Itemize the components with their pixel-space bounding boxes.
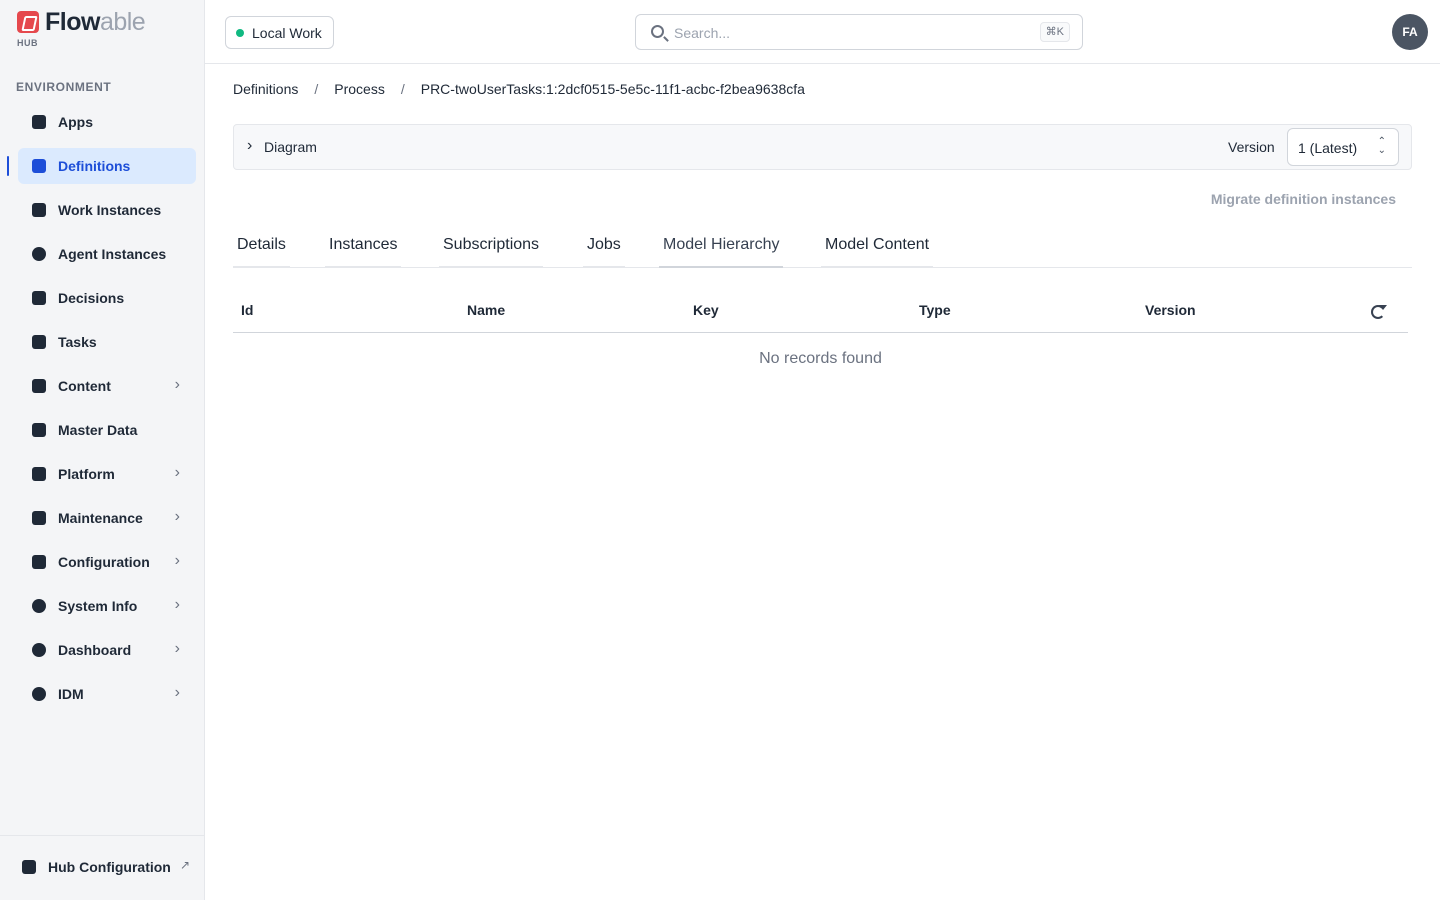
version-value: 1 (Latest) <box>1298 140 1358 156</box>
chevron-right-icon: › <box>174 508 180 525</box>
environment-switcher[interactable]: Local Work <box>225 16 334 49</box>
globe-icon <box>32 599 46 613</box>
tab-details[interactable]: Details <box>233 230 290 268</box>
tab-subscriptions[interactable]: Subscriptions <box>439 230 544 268</box>
definitions-icon <box>32 159 46 173</box>
inbox-icon <box>32 203 46 217</box>
breadcrumb-separator: / <box>314 81 319 97</box>
sidebar-item-label: Decisions <box>58 290 125 306</box>
file-icon <box>32 379 46 393</box>
clipboard-check-icon <box>32 335 46 349</box>
sidebar-item-label: Work Instances <box>58 202 162 218</box>
migrate-definition-instances-button[interactable]: Migrate definition instances <box>1211 191 1396 207</box>
breadcrumb-separator: / <box>400 81 405 97</box>
sidebar-item-label: IDM <box>58 686 84 702</box>
chevron-right-icon: › <box>174 376 180 393</box>
sidebar-item-tasks[interactable]: Tasks <box>18 324 196 360</box>
tab-bar: Details Instances Subscriptions Jobs Mod… <box>233 230 1412 268</box>
sidebar-item-idm[interactable]: IDM › <box>18 676 196 712</box>
sidebar-item-label: Maintenance <box>58 510 143 526</box>
table-icon <box>32 291 46 305</box>
chevron-right-icon[interactable]: › <box>247 137 252 155</box>
sidebar-item-dashboard[interactable]: Dashboard › <box>18 632 196 668</box>
sidebar-item-work-instances[interactable]: Work Instances <box>18 192 196 228</box>
sidebar-item-label: Content <box>58 378 111 394</box>
file-lock-icon <box>32 423 46 437</box>
pie-chart-icon <box>32 643 46 657</box>
sidebar-item-label: Apps <box>58 114 93 130</box>
cube-icon <box>32 467 46 481</box>
sidebar-item-system-info[interactable]: System Info › <box>18 588 196 624</box>
column-header-version[interactable]: Version <box>1145 302 1196 318</box>
model-hierarchy-table: Id Name Key Type Version No records foun… <box>233 294 1408 388</box>
sidebar-item-decisions[interactable]: Decisions <box>18 280 196 316</box>
tools-icon <box>32 511 46 525</box>
chevron-right-icon: › <box>174 684 180 701</box>
breadcrumb-current: PRC-twoUserTasks:1:2dcf0515-5e5c-11f1-ac… <box>420 81 805 97</box>
sidebar-item-agent-instances[interactable]: Agent Instances <box>18 236 196 272</box>
chevron-right-icon: › <box>174 552 180 569</box>
tab-model-hierarchy[interactable]: Model Hierarchy <box>659 230 784 268</box>
sidebar-item-label: Master Data <box>58 422 138 438</box>
users-icon <box>32 687 46 701</box>
sidebar-nav: Apps Definitions Work Instances Agent In… <box>7 104 196 720</box>
column-header-key[interactable]: Key <box>693 302 719 318</box>
diagram-toggle[interactable]: Diagram <box>264 139 317 155</box>
version-label: Version <box>1228 139 1275 155</box>
column-header-type[interactable]: Type <box>919 302 951 318</box>
diagram-panel: › Diagram Version 1 (Latest) ⌃ ⌄ <box>233 124 1412 170</box>
sidebar-item-master-data[interactable]: Master Data <box>18 412 196 448</box>
sidebar-item-label: Tasks <box>58 334 97 350</box>
table-header: Id Name Key Type Version <box>233 294 1408 333</box>
sidebar-item-label: Definitions <box>58 158 131 174</box>
breadcrumb-definitions[interactable]: Definitions <box>233 81 298 97</box>
hub-configuration-label: Hub Configuration <box>48 859 171 875</box>
sidebar: Flowable HUB ENVIRONMENT Apps Definition… <box>0 0 205 900</box>
chevron-right-icon: › <box>174 596 180 613</box>
chevron-right-icon: › <box>174 640 180 657</box>
tab-instances[interactable]: Instances <box>325 230 402 268</box>
search-icon <box>651 25 664 38</box>
refresh-icon[interactable] <box>1371 305 1387 319</box>
column-header-name[interactable]: Name <box>467 302 505 318</box>
status-dot-icon <box>236 29 244 37</box>
search-input[interactable] <box>674 23 1034 43</box>
sidebar-item-apps[interactable]: Apps <box>18 104 196 140</box>
flowable-logo-icon <box>17 11 39 33</box>
brand-sub: HUB <box>17 38 38 48</box>
breadcrumb: Definitions / Process / PRC-twoUserTasks… <box>233 81 805 97</box>
external-link-icon: ↗ <box>180 858 191 872</box>
section-label: ENVIRONMENT <box>16 80 112 94</box>
tab-jobs[interactable]: Jobs <box>583 230 625 268</box>
sidebar-item-configuration[interactable]: Configuration › <box>18 544 196 580</box>
column-header-id[interactable]: Id <box>241 302 253 318</box>
agent-icon <box>32 247 46 261</box>
search-box[interactable]: ⌘K <box>635 14 1083 50</box>
topbar: Local Work ⌘K FA <box>205 0 1440 64</box>
hub-configuration-link[interactable]: Hub Configuration ↗ <box>0 835 205 900</box>
sidebar-item-content[interactable]: Content › <box>18 368 196 404</box>
tab-model-content[interactable]: Model Content <box>821 230 934 268</box>
environment-label: Local Work <box>252 24 322 41</box>
sidebar-item-label: Platform <box>58 466 115 482</box>
sidebar-item-label: Configuration <box>58 554 150 570</box>
version-select[interactable]: 1 (Latest) ⌃ ⌄ <box>1287 128 1399 166</box>
sidebar-item-maintenance[interactable]: Maintenance › <box>18 500 196 536</box>
sidebar-item-label: Dashboard <box>58 642 132 658</box>
apps-icon <box>32 115 46 129</box>
cube-icon <box>22 860 36 874</box>
sidebar-item-platform[interactable]: Platform › <box>18 456 196 492</box>
brand-name: Flowable <box>45 8 146 36</box>
empty-state: No records found <box>759 350 882 367</box>
key-icon <box>32 555 46 569</box>
chevron-up-down-icon: ⌃ ⌄ <box>1377 136 1386 156</box>
shortcut-hint: ⌘K <box>1039 22 1070 42</box>
sidebar-item-label: Agent Instances <box>58 246 167 262</box>
chevron-right-icon: › <box>174 464 180 481</box>
sidebar-item-definitions[interactable]: Definitions <box>7 148 196 184</box>
sidebar-item-label: System Info <box>58 598 138 614</box>
breadcrumb-process[interactable]: Process <box>334 81 385 97</box>
user-avatar[interactable]: FA <box>1392 14 1428 50</box>
